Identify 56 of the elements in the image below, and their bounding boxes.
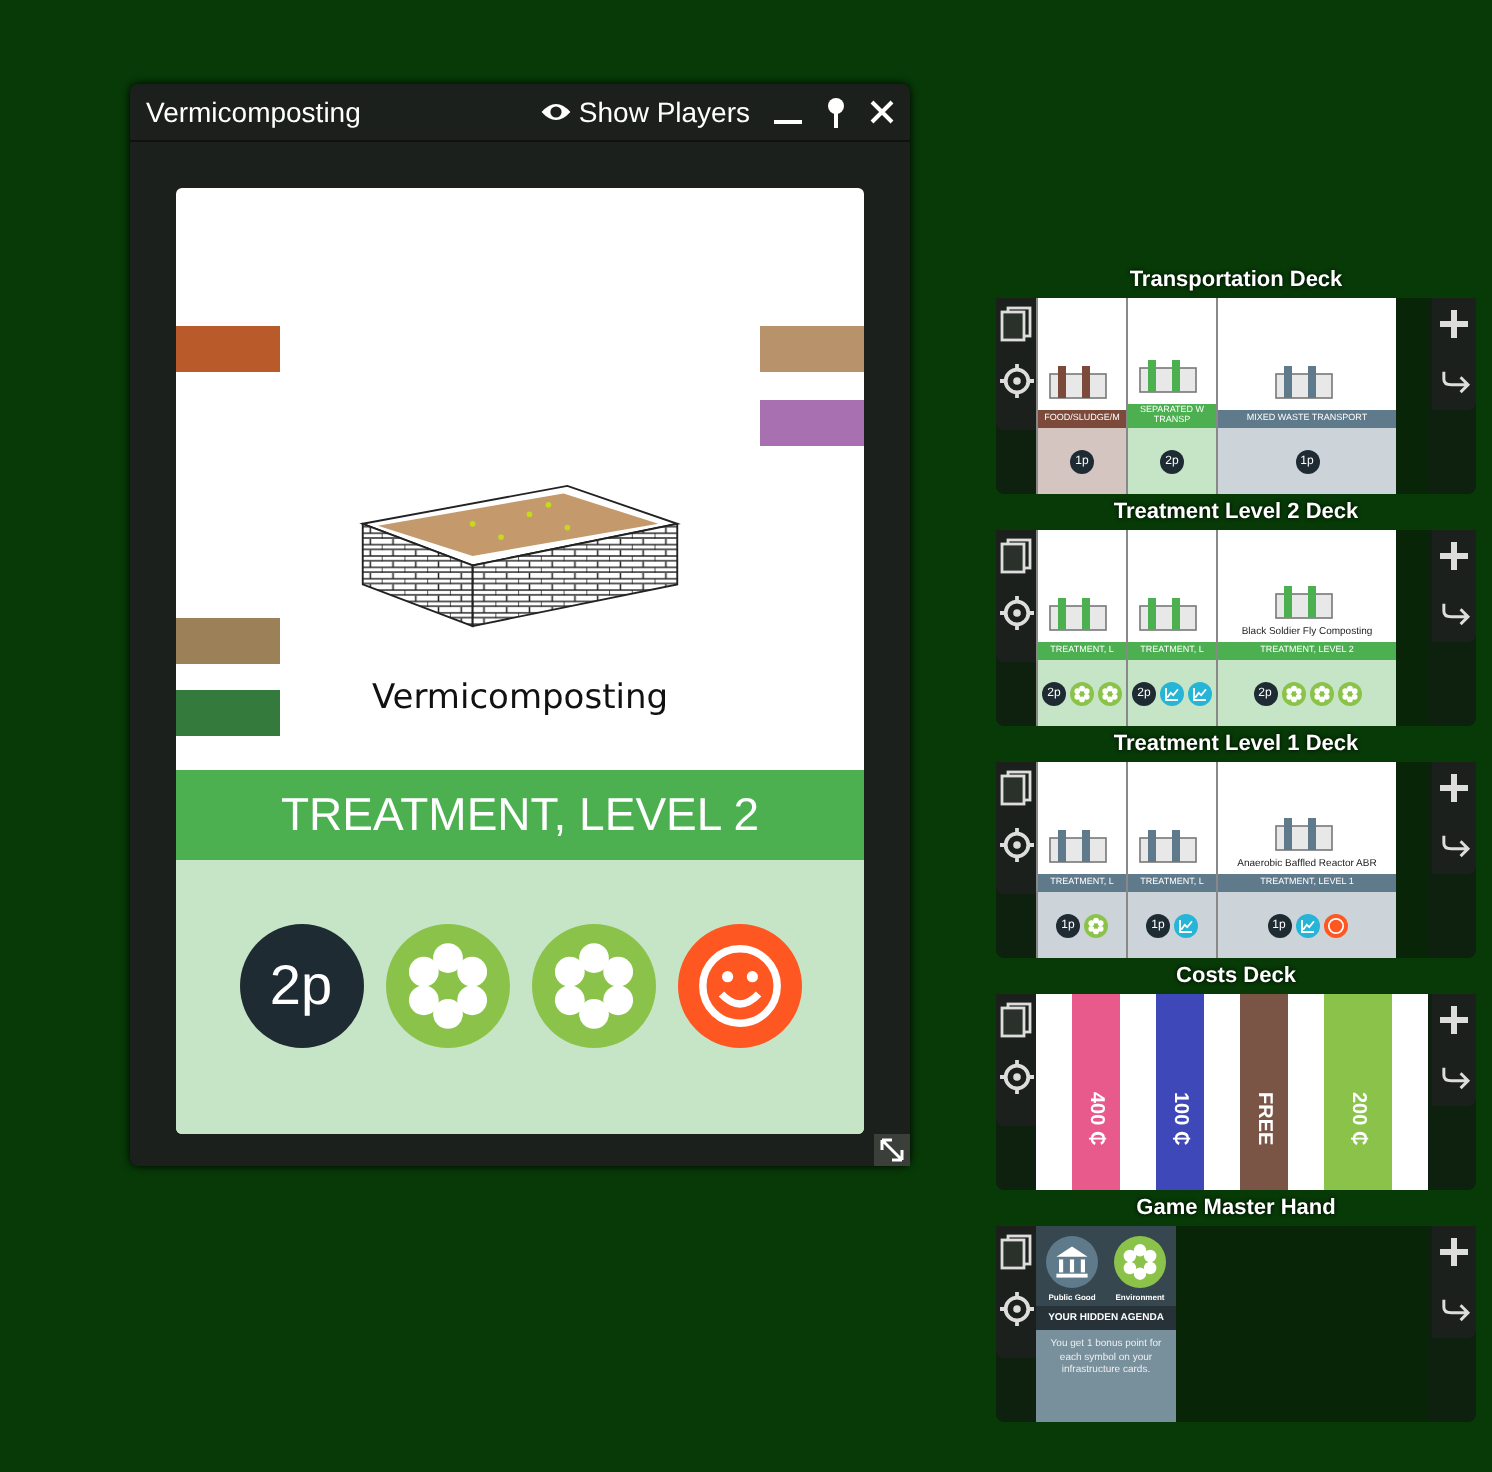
deck-title: Treatment Level 1 Deck bbox=[1113, 732, 1359, 760]
card-name: Vermicomposting bbox=[371, 678, 669, 718]
bank-icon bbox=[1046, 1236, 1098, 1288]
return-arrow-icon bbox=[1437, 831, 1471, 857]
gear-icon bbox=[999, 363, 1033, 397]
pin-button[interactable] bbox=[826, 96, 846, 128]
chart-icon bbox=[1160, 681, 1184, 705]
cards-icon bbox=[1000, 1002, 1032, 1038]
flower-icon bbox=[1084, 913, 1108, 937]
cost-card[interactable]: FREE bbox=[1240, 994, 1288, 1190]
cards-icon bbox=[1000, 770, 1032, 806]
chart-icon bbox=[1174, 913, 1198, 937]
return-arrow-icon bbox=[1437, 599, 1471, 625]
cards-icon bbox=[1000, 538, 1032, 574]
flower-icon bbox=[385, 923, 509, 1047]
plus-icon bbox=[1438, 772, 1470, 804]
deck-title: Treatment Level 2 Deck bbox=[1113, 500, 1359, 528]
flower-icon bbox=[1337, 681, 1361, 705]
flower-icon bbox=[1281, 681, 1305, 705]
chart-icon bbox=[1188, 681, 1212, 705]
flower-icon bbox=[1098, 681, 1122, 705]
flower-icon bbox=[1309, 681, 1333, 705]
flower-icon bbox=[531, 923, 655, 1047]
gear-icon bbox=[999, 595, 1033, 629]
gear-icon bbox=[999, 827, 1033, 861]
smiley-icon bbox=[677, 923, 801, 1047]
deck-title: Costs Deck bbox=[1176, 964, 1296, 992]
flower-icon bbox=[1114, 1236, 1166, 1288]
eye-icon bbox=[540, 100, 573, 124]
player-count-badge: 2p bbox=[239, 923, 363, 1047]
cards-icon bbox=[1000, 1234, 1032, 1270]
close-icon bbox=[870, 100, 894, 124]
chart-icon bbox=[1295, 913, 1319, 937]
resize-handle-icon[interactable] bbox=[874, 1134, 910, 1166]
deck-title: Transportation Deck bbox=[1129, 268, 1343, 296]
plus-icon bbox=[1438, 308, 1470, 340]
smiley-icon bbox=[1323, 913, 1347, 937]
flower-icon bbox=[1070, 681, 1094, 705]
plus-icon bbox=[1438, 1004, 1470, 1036]
show-players-button[interactable]: Show Players bbox=[540, 96, 750, 128]
return-arrow-icon bbox=[1437, 367, 1471, 393]
minimize-icon bbox=[774, 120, 802, 124]
deck-title: Game Master Hand bbox=[1136, 1196, 1336, 1224]
gear-icon bbox=[999, 1059, 1033, 1093]
pin-icon bbox=[826, 96, 846, 128]
gear-icon bbox=[999, 1291, 1033, 1325]
cost-card[interactable]: 100 ₵ bbox=[1156, 994, 1204, 1190]
window-title: Vermicomposting bbox=[146, 96, 363, 128]
return-arrow-icon bbox=[1437, 1295, 1471, 1321]
game-card[interactable]: Vermicomposting TREATMENT, LEVEL 2 2p bbox=[176, 188, 864, 1134]
plus-icon bbox=[1438, 540, 1470, 572]
close-button[interactable] bbox=[870, 100, 894, 124]
plus-icon bbox=[1438, 1236, 1470, 1268]
return-arrow-icon bbox=[1437, 1063, 1471, 1089]
cards-icon bbox=[1000, 306, 1032, 342]
category-band: TREATMENT, LEVEL 2 bbox=[176, 770, 864, 860]
